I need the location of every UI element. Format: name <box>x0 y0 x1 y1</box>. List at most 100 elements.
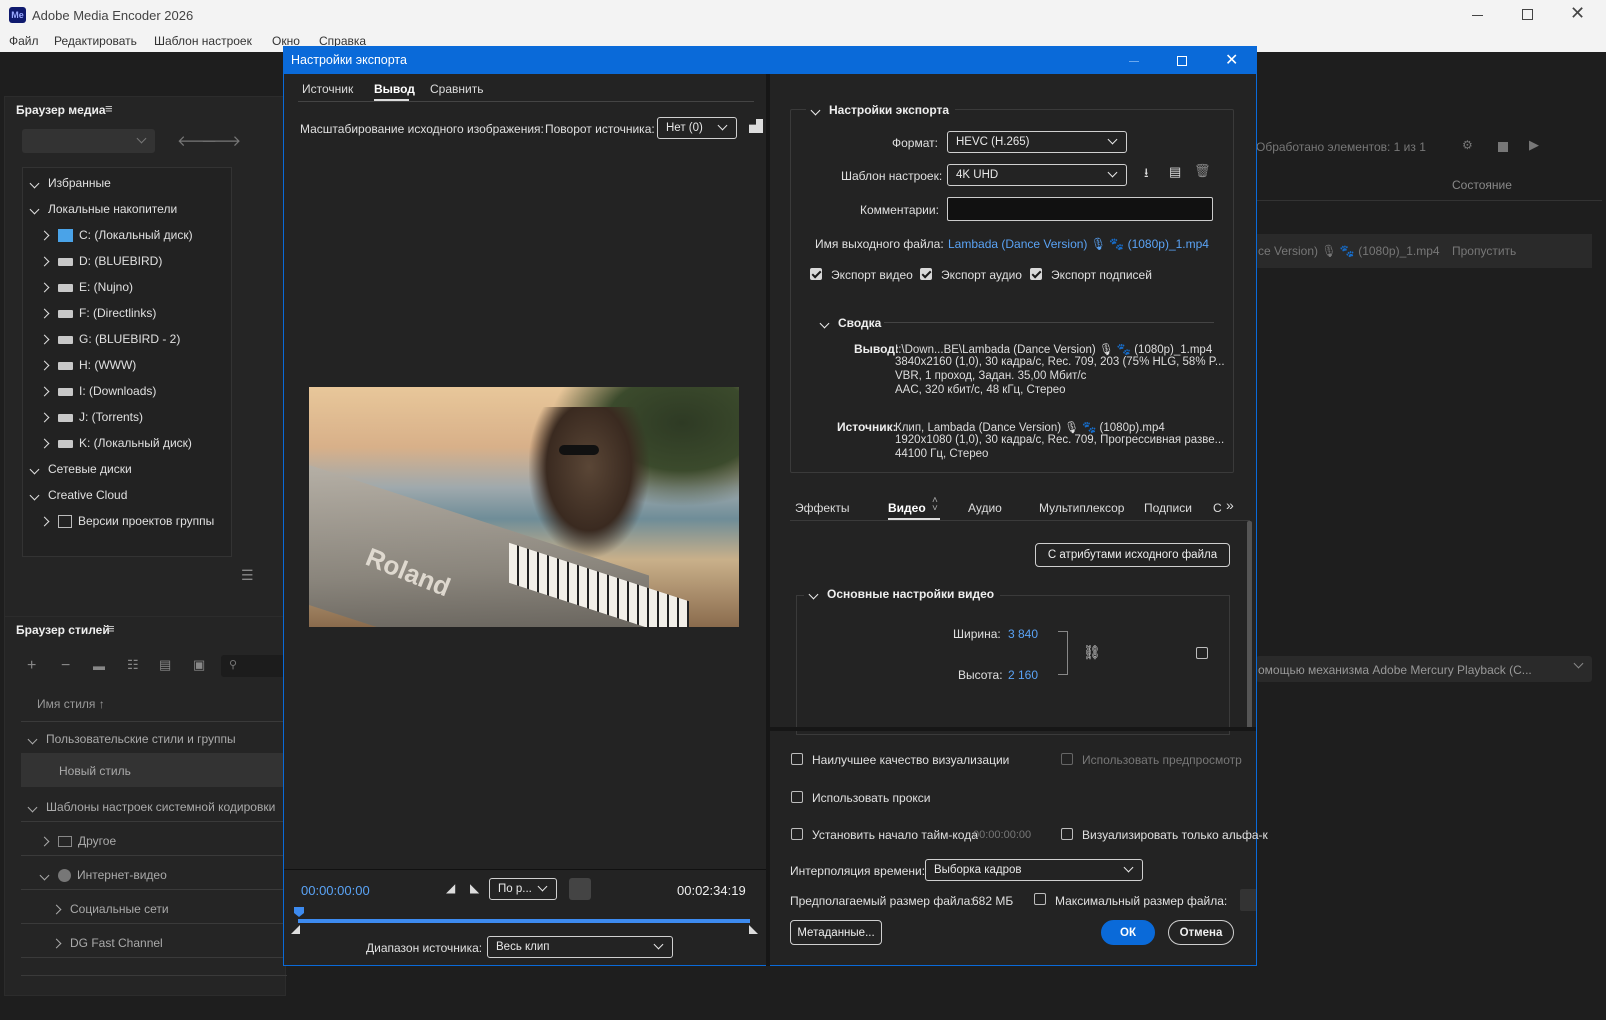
settings-scrollbar[interactable] <box>1247 521 1252 731</box>
stop-icon[interactable] <box>1498 142 1508 152</box>
forward-arrow-icon[interactable]: 🡒 <box>201 131 241 150</box>
dialog-maximize-icon[interactable] <box>1177 56 1187 66</box>
tree-team-projects[interactable]: Версии проектов группы <box>39 514 214 529</box>
tree-local-drives[interactable]: Локальные накопители <box>29 202 177 216</box>
tree-internet-video[interactable]: Интернет-видео <box>39 868 167 883</box>
column-style-name[interactable]: Имя стиля ↑ <box>37 697 105 711</box>
timecode-start[interactable]: 00:00:00:00 <box>301 883 370 898</box>
use-proxy-checkbox[interactable] <box>791 791 803 803</box>
maximize-icon[interactable] <box>1522 9 1533 20</box>
folder-icon[interactable]: ▬ <box>93 659 105 673</box>
export-captions-checkbox[interactable] <box>1030 268 1042 280</box>
export-audio-checkbox[interactable] <box>920 268 932 280</box>
dialog-minimize-icon[interactable] <box>1129 61 1139 62</box>
width-value[interactable]: 3 840 <box>1008 627 1038 641</box>
out-point-marker[interactable] <box>749 925 758 934</box>
tree-drive-e[interactable]: E: (Nujno) <box>39 280 133 294</box>
export-settings-header[interactable]: Настройки экспорта <box>806 103 956 117</box>
metadata-button[interactable]: Метаданные... <box>790 920 882 945</box>
tab-effects[interactable]: Эффекты <box>795 501 850 515</box>
alpha-only-checkbox[interactable] <box>1061 828 1073 840</box>
playhead[interactable] <box>294 907 304 917</box>
add-icon[interactable]: + <box>27 657 36 675</box>
minimize-icon[interactable] <box>1472 15 1483 16</box>
output-name-link[interactable]: Lambada (Dance Version) 🎙 🐾 (1080p)_1.mp… <box>948 237 1209 251</box>
tree-network[interactable]: Сетевые диски <box>29 462 132 476</box>
tree-drive-h[interactable]: H: (WWW) <box>39 358 136 372</box>
crop-icon[interactable] <box>749 119 763 133</box>
format-dropdown[interactable]: HEVC (H.265) <box>947 131 1127 153</box>
list-view-icon[interactable]: ☰ <box>241 567 254 584</box>
aspect-icon[interactable] <box>569 878 591 900</box>
height-value[interactable]: 2 160 <box>1008 668 1038 682</box>
new-style-row[interactable]: Новый стиль <box>21 753 287 787</box>
tree-drive-c[interactable]: C: (Локальный диск) <box>39 228 193 243</box>
set-timecode-checkbox[interactable] <box>791 828 803 840</box>
close-icon[interactable]: ✕ <box>1570 3 1585 24</box>
tree-drive-g[interactable]: G: (BLUEBIRD - 2) <box>39 332 180 346</box>
tree-drive-d[interactable]: D: (BLUEBIRD) <box>39 254 162 268</box>
tab-output[interactable]: Вывод <box>374 82 415 96</box>
tree-user-styles[interactable]: Пользовательские стили и группы <box>27 732 236 746</box>
tab-multiplexer[interactable]: Мультиплексор <box>1039 501 1124 515</box>
ok-button[interactable]: ОК <box>1101 920 1155 945</box>
menu-file[interactable]: Файл <box>9 34 39 48</box>
max-size-field[interactable] <box>1240 889 1256 911</box>
in-point-marker[interactable] <box>291 925 300 934</box>
preset-dropdown[interactable]: 4K UHD <box>947 164 1127 186</box>
queue-item-row[interactable]: ce Version) 🎙 🐾 (1080p)_1.mp4 Пропустить <box>1256 234 1592 268</box>
location-dropdown[interactable] <box>22 129 155 153</box>
timecode-start-value[interactable]: 00:00:00:00 <box>973 829 1031 841</box>
queue-settings-icon[interactable]: ⚙ <box>1462 138 1473 152</box>
link-dimensions-icon[interactable]: ⛓ <box>1083 644 1101 661</box>
interp-dropdown[interactable]: Выборка кадров <box>925 859 1143 881</box>
tab-video-collapse-icon[interactable]: ˄ ˅ <box>932 496 938 514</box>
queue-item-status[interactable]: Пропустить <box>1452 244 1516 258</box>
tree-other[interactable]: Другое <box>39 834 116 848</box>
tree-dg[interactable]: DG Fast Channel <box>51 936 163 950</box>
menu-preset[interactable]: Шаблон настроек <box>154 34 252 48</box>
range-dropdown[interactable]: Весь клип <box>487 936 673 958</box>
tree-creative-cloud[interactable]: Creative Cloud <box>29 488 127 502</box>
dialog-close-icon[interactable]: ✕ <box>1225 50 1238 70</box>
cancel-button[interactable]: Отмена <box>1168 920 1234 945</box>
timeline-bar[interactable] <box>298 919 750 923</box>
rotate-dropdown[interactable]: Нет (0) <box>657 117 737 139</box>
fit-dropdown[interactable]: По р... <box>489 878 557 900</box>
export-video-checkbox[interactable] <box>810 268 822 280</box>
import-icon[interactable]: ▤ <box>159 657 171 673</box>
tab-source[interactable]: Источник <box>302 82 353 96</box>
style-search-input[interactable]: ⚲ <box>221 655 285 677</box>
tree-drive-i[interactable]: I: (Downloads) <box>39 384 156 398</box>
delete-preset-icon[interactable]: 🗑 <box>1194 163 1211 179</box>
tab-audio[interactable]: Аудио <box>968 501 1002 515</box>
tree-favorites[interactable]: Избранные <box>29 176 111 190</box>
tree-social[interactable]: Социальные сети <box>51 902 169 916</box>
tab-compare[interactable]: Сравнить <box>430 82 483 96</box>
export-icon[interactable]: ▣ <box>193 657 205 673</box>
tab-captions[interactable]: Подписи <box>1144 501 1192 515</box>
panel-menu-icon[interactable]: ≡ <box>105 101 113 116</box>
mark-out-icon[interactable]: ◣ <box>470 881 479 895</box>
panel-menu-icon[interactable]: ≡ <box>107 621 115 636</box>
play-icon[interactable]: ▶ <box>1529 137 1539 153</box>
menu-edit[interactable]: Редактировать <box>54 34 137 48</box>
tree-drive-f[interactable]: F: (Directlinks) <box>39 306 156 320</box>
max-size-checkbox[interactable] <box>1034 893 1046 905</box>
comment-field[interactable] <box>947 197 1213 221</box>
tree-drive-k[interactable]: K: (Локальный диск) <box>39 436 192 450</box>
save-preset-icon[interactable]: ⭳ <box>1144 164 1149 186</box>
tabs-overflow-icon[interactable]: » <box>1226 497 1234 513</box>
settings-sliders-icon[interactable]: ☷ <box>127 657 139 673</box>
basic-video-header[interactable]: Основные настройки видео <box>804 587 1001 601</box>
dimension-checkbox[interactable] <box>1196 647 1208 659</box>
match-source-button[interactable]: С атрибутами исходного файла <box>1035 543 1230 567</box>
tab-video[interactable]: Видео <box>888 501 926 515</box>
tab-more[interactable]: С <box>1213 501 1222 515</box>
summary-header[interactable]: Сводка <box>819 316 881 330</box>
use-preview-checkbox[interactable] <box>1061 753 1073 765</box>
best-quality-checkbox[interactable] <box>791 753 803 765</box>
renderer-dropdown[interactable]: омощью механизма Adobe Mercury Playback … <box>1256 656 1592 682</box>
tree-drive-j[interactable]: J: (Torrents) <box>39 410 143 424</box>
import-preset-icon[interactable]: ▤ <box>1169 164 1181 180</box>
